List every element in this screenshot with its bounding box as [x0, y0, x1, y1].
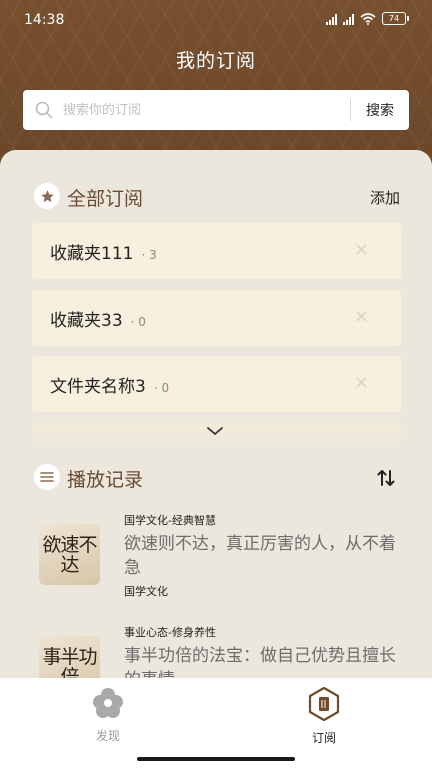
status-icons: 74	[326, 12, 409, 25]
folder-item[interactable]: 文件夹名称3 · 0 ×	[32, 356, 401, 412]
folder-name: 文件夹名称3 · 0	[50, 377, 170, 397]
folder-count: · 0	[153, 381, 170, 395]
search-input[interactable]	[61, 101, 350, 119]
history-header: 播放记录	[0, 464, 432, 494]
folder-item[interactable]: 收藏夹33 · 0 ×	[32, 290, 401, 346]
history-title: 播放记录	[67, 469, 144, 491]
tab-bar: 发现 订阅	[0, 678, 432, 768]
list-icon	[34, 464, 60, 490]
folder-item[interactable]: 收藏夹111 · 3 ×	[32, 223, 401, 279]
folder-name: 收藏夹111 · 3	[50, 244, 157, 264]
home-indicator	[137, 757, 295, 761]
subscriptions-header: 全部订阅 添加	[0, 183, 432, 213]
tab-discover[interactable]: 发现	[68, 686, 148, 744]
history-tag: 国学文化	[124, 585, 168, 598]
close-icon[interactable]: ×	[354, 306, 369, 327]
status-time: 14:38	[24, 12, 65, 28]
header: 14:38 74 我的订阅 搜索你的订阅 搜索	[0, 0, 432, 170]
add-subscription-button[interactable]: 添加	[370, 187, 400, 208]
search-bar: 搜索	[23, 90, 409, 130]
status-bar: 14:38 74	[0, 0, 432, 40]
search-button[interactable]: 搜索	[351, 100, 409, 120]
wifi-icon	[360, 12, 376, 25]
history-thumbnail: 欲速不达	[39, 524, 100, 585]
folder-count: · 0	[130, 315, 146, 329]
tab-subscriptions[interactable]: 订阅	[284, 686, 364, 746]
cellular-signal-icon	[326, 13, 337, 25]
close-icon[interactable]: ×	[354, 239, 369, 260]
folder-name: 收藏夹33 · 0	[50, 311, 146, 331]
history-item[interactable]: 欲速不达 国学文化-经典智慧 欲速则不达，真正厉害的人，从不着急 国学文化	[0, 510, 432, 620]
discover-icon	[93, 688, 123, 718]
search-icon	[35, 101, 53, 119]
history-category: 国学文化-经典智慧	[124, 514, 216, 527]
sort-icon[interactable]	[377, 468, 395, 488]
history-category: 事业心态-修身养性	[124, 626, 216, 639]
content-sheet: 全部订阅 添加 收藏夹111 · 3 × 收藏夹33 · 0 × 文件夹名称3 · 0…	[0, 150, 432, 690]
history-title-text: 欲速则不达，真正厉害的人，从不着急	[124, 534, 396, 578]
close-icon[interactable]: ×	[354, 372, 369, 393]
cellular-signal-2-icon	[343, 13, 354, 25]
tab-discover-label: 发现	[95, 729, 120, 743]
app-screen: 14:38 74 我的订阅 搜索你的订阅 搜索 全部订阅 添加 收藏夹111 ·…	[0, 0, 432, 768]
page-title: 我的订阅	[175, 50, 256, 72]
folder-count: · 3	[141, 248, 157, 262]
tab-subscriptions-label: 订阅	[311, 731, 336, 745]
battery-icon: 74	[382, 12, 409, 25]
subscriptions-title: 全部订阅	[67, 188, 144, 210]
chevron-down-icon[interactable]	[206, 424, 224, 438]
star-icon	[34, 183, 60, 209]
subscriptions-icon	[308, 686, 340, 722]
